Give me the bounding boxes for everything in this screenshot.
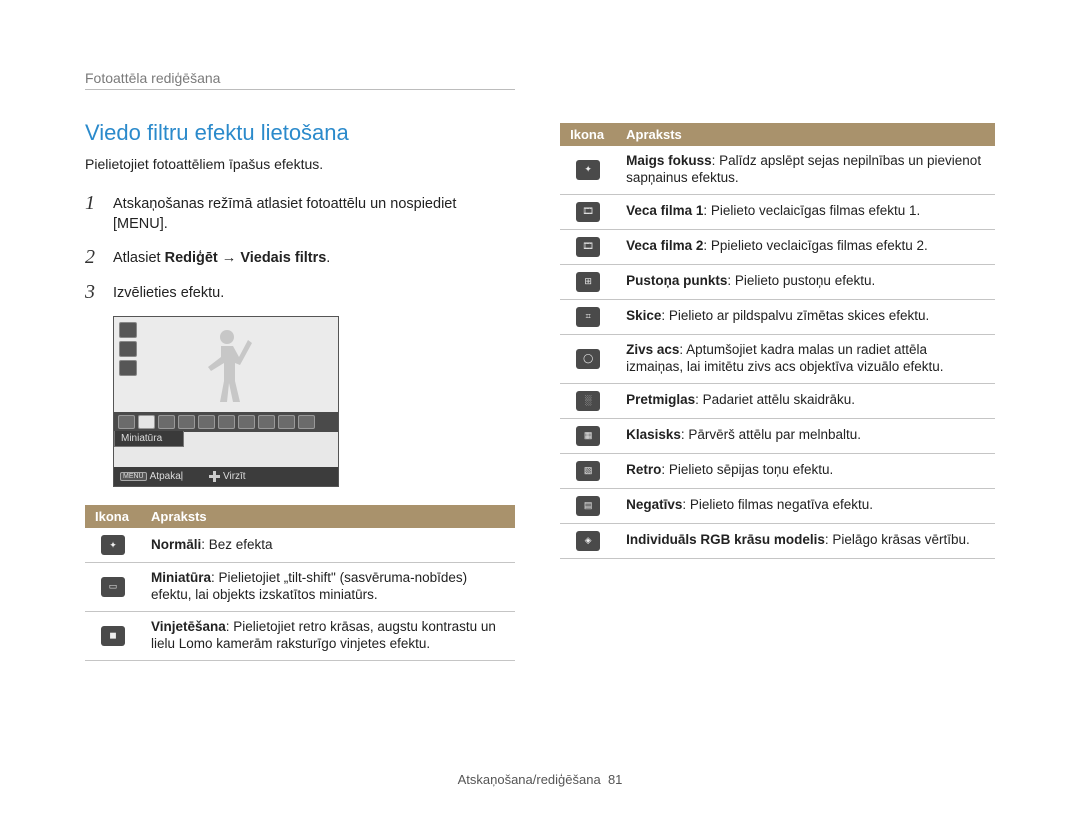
classic-icon: ▦ xyxy=(576,426,600,446)
old-film-2-icon: 🎞 xyxy=(576,237,600,257)
dpad-icon xyxy=(209,471,220,482)
filter-description: Pustoņa punkts: Pielieto pustoņu efektu. xyxy=(616,264,995,299)
filter-description: Skice: Pielieto ar pildspalvu zīmētas sk… xyxy=(616,299,995,334)
vignette-icon: ◼ xyxy=(101,626,125,646)
filter-description: Pretmiglas: Padariet attēlu skaidrāku. xyxy=(616,383,995,418)
filter-description: Retro: Pielieto sēpijas toņu efektu. xyxy=(616,453,995,488)
table-row: ⌗ Skice: Pielieto ar pildspalvu zīmētas s… xyxy=(560,299,995,334)
defog-icon: ░ xyxy=(576,391,600,411)
retro-icon: ▧ xyxy=(576,461,600,481)
filter-description: Veca filma 2: Ppielieto veclaicīgas film… xyxy=(616,229,995,264)
child-silhouette xyxy=(192,322,262,412)
negative-icon: ▤ xyxy=(576,496,600,516)
breadcrumb: Fotoattēla rediģēšana xyxy=(85,70,515,90)
th-icon: Ikona xyxy=(85,505,141,528)
fisheye-icon: ◯ xyxy=(576,349,600,369)
toolbar-icon-selected xyxy=(138,415,155,429)
selected-filter-label: Miniatūra xyxy=(114,431,184,447)
filter-description: Klasisks: Pārvērš attēlu par melnbaltu. xyxy=(616,418,995,453)
step-text: Atlasiet Rediģēt → Viedais filtrs. xyxy=(113,246,330,269)
toolbar-icon xyxy=(258,415,275,429)
table-row: ▧ Retro: Pielieto sēpijas toņu efektu. xyxy=(560,453,995,488)
table-row: ▦ Klasisks: Pārvērš attēlu par melnbaltu. xyxy=(560,418,995,453)
page-footer: Atskaņošana/rediģēšana 81 xyxy=(0,772,1080,787)
soft-focus-icon: ✦ xyxy=(576,160,600,180)
section-title: Viedo filtru efektu lietošana xyxy=(85,120,515,146)
toolbar-icon xyxy=(178,415,195,429)
filter-description: Maigs fokuss: Palīdz apslēpt sejas nepil… xyxy=(616,146,995,194)
toolbar-icon xyxy=(278,415,295,429)
filter-description: Miniatūra: Pielietojiet „tilt-shift" (sa… xyxy=(141,563,515,612)
toolbar-icon xyxy=(198,415,215,429)
filter-description: Vinjetēšana: Pielietojiet retro krāsas, … xyxy=(141,611,515,660)
step-2: 2 Atlasiet Rediģēt → Viedais filtrs. xyxy=(85,246,515,269)
left-filter-table: Ikona Apraksts ✦ Normāli: Bez efekta ▭ Mini… xyxy=(85,505,515,661)
right-filter-table: Ikona Apraksts ✦ Maigs fokuss: Palīdz aps… xyxy=(560,123,995,559)
table-row: 🎞 Veca filma 2: Ppielieto veclaicīgas fil… xyxy=(560,229,995,264)
step-number: 3 xyxy=(85,281,107,304)
table-row: ⊞ Pustoņa punkts: Pielieto pustoņu efektu… xyxy=(560,264,995,299)
custom-rgb-icon: ◈ xyxy=(576,531,600,551)
overlay-icon xyxy=(119,360,137,376)
step-number: 1 xyxy=(85,192,107,215)
table-row: ✦ Maigs fokuss: Palīdz apslēpt sejas nepi… xyxy=(560,146,995,194)
th-desc: Apraksts xyxy=(616,123,995,146)
table-row: ▭ Miniatūra: Pielietojiet „tilt-shift" (s… xyxy=(85,563,515,612)
toolbar-icon xyxy=(218,415,235,429)
step-number: 2 xyxy=(85,246,107,269)
filter-description: Negatīvs: Pielieto filmas negatīva efekt… xyxy=(616,488,995,523)
table-row: ◈ Individuāls RGB krāsu modelis: Pielāgo … xyxy=(560,523,995,558)
steps-list: 1 Atskaņošanas režīmā atlasiet fotoattēl… xyxy=(85,192,515,304)
filter-description: Veca filma 1: Pielieto veclaicīgas filma… xyxy=(616,194,995,229)
camera-screenshot: Miniatūra MENU Atpakaļ Virzīt xyxy=(113,316,339,487)
filter-toolbar xyxy=(114,412,338,432)
overlay-icon xyxy=(119,322,137,338)
table-row: ◯ Zivs acs: Aptumšojiet kadra malas un ra… xyxy=(560,334,995,383)
off-icon: ✦ xyxy=(101,535,125,555)
filter-description: Individuāls RGB krāsu modelis: Pielāgo k… xyxy=(616,523,995,558)
menu-chip-icon: MENU xyxy=(120,472,147,481)
toolbar-icon xyxy=(118,415,135,429)
th-desc: Apraksts xyxy=(141,505,515,528)
old-film-1-icon: 🎞 xyxy=(576,202,600,222)
th-icon: Ikona xyxy=(560,123,616,146)
table-row: ✦ Normāli: Bez efekta xyxy=(85,528,515,563)
filter-description: Normāli: Bez efekta xyxy=(141,528,515,563)
step-text: Atskaņošanas režīmā atlasiet fotoattēlu … xyxy=(113,192,515,234)
toolbar-icon xyxy=(298,415,315,429)
miniature-icon: ▭ xyxy=(101,577,125,597)
step-3: 3 Izvēlieties efektu. xyxy=(85,281,515,304)
halftone-icon: ⊞ xyxy=(576,272,600,292)
step-1: 1 Atskaņošanas režīmā atlasiet fotoattēl… xyxy=(85,192,515,234)
filter-description: Zivs acs: Aptumšojiet kadra malas un rad… xyxy=(616,334,995,383)
toolbar-icon xyxy=(158,415,175,429)
sketch-icon: ⌗ xyxy=(576,307,600,327)
toolbar-icon xyxy=(238,415,255,429)
screenshot-footer: MENU Atpakaļ Virzīt xyxy=(114,467,338,486)
table-row: ░ Pretmiglas: Padariet attēlu skaidrāku. xyxy=(560,383,995,418)
overlay-icon xyxy=(119,341,137,357)
table-row: ▤ Negatīvs: Pielieto filmas negatīva efek… xyxy=(560,488,995,523)
step-text: Izvēlieties efektu. xyxy=(113,281,224,304)
section-intro: Pielietojiet fotoattēliem īpašus efektus… xyxy=(85,156,515,172)
table-row: 🎞 Veca filma 1: Pielieto veclaicīgas film… xyxy=(560,194,995,229)
table-row: ◼ Vinjetēšana: Pielietojiet retro krāsas,… xyxy=(85,611,515,660)
